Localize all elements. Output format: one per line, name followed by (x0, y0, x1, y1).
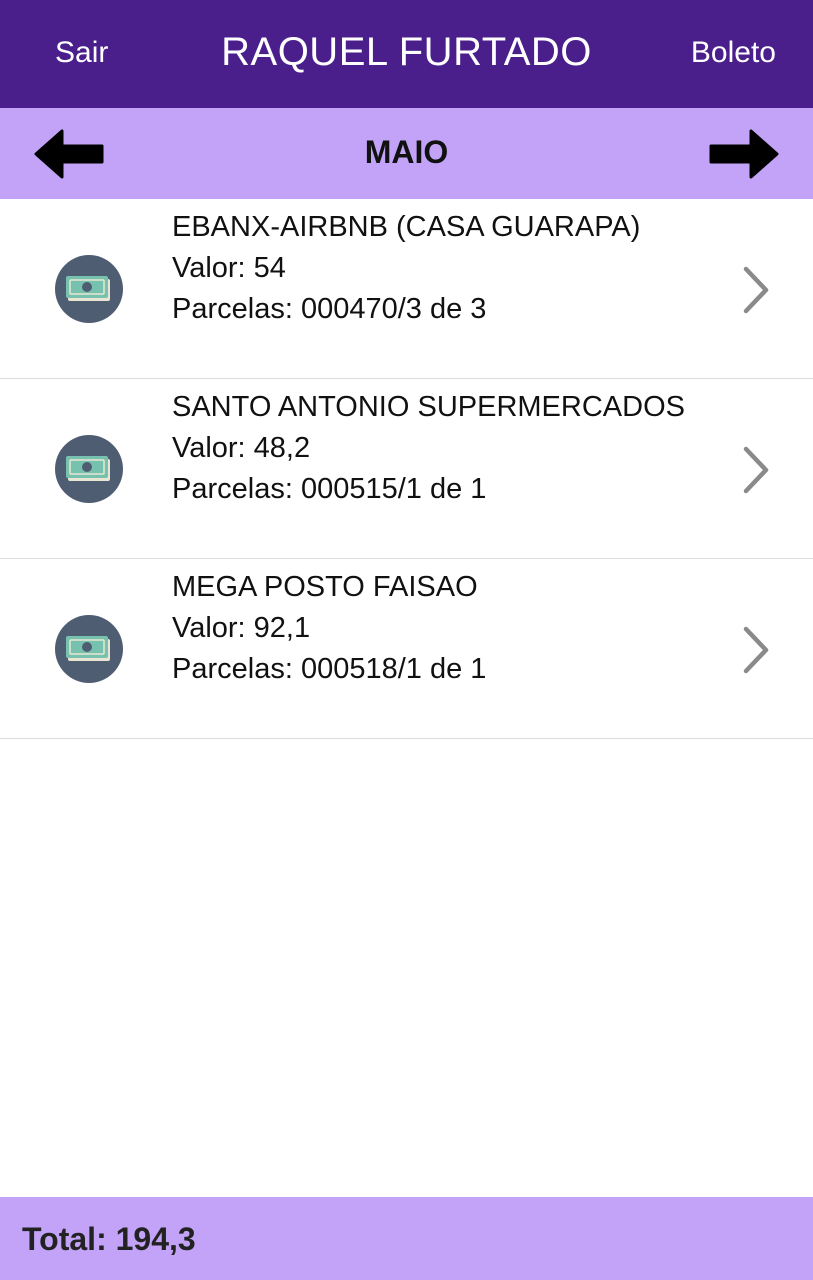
transaction-installments: Parcelas: 000515/1 de 1 (172, 473, 487, 505)
merchant-name: EBANX-AIRBNB (CASA GUARAPA) (172, 211, 641, 243)
transaction-details: SANTO ANTONIO SUPERMERCADOS Valor: 48,2 … (172, 387, 685, 510)
transaction-value: Valor: 48,2 (172, 432, 311, 464)
transaction-list: EBANX-AIRBNB (CASA GUARAPA) Valor: 54 Pa… (0, 199, 813, 739)
total-amount: Total: 194,3 (22, 1221, 196, 1257)
chevron-right-icon (743, 446, 769, 494)
money-bill-icon (55, 435, 123, 503)
list-item[interactable]: EBANX-AIRBNB (CASA GUARAPA) Valor: 54 Pa… (0, 199, 813, 379)
month-navigation-bar: MAIO (0, 108, 813, 199)
merchant-name: SANTO ANTONIO SUPERMERCADOS (172, 391, 685, 423)
transaction-value: Valor: 54 (172, 252, 286, 284)
boleto-button[interactable]: Boleto (691, 36, 776, 70)
transaction-details: MEGA POSTO FAISAO Valor: 92,1 Parcelas: … (172, 567, 486, 690)
transaction-details: EBANX-AIRBNB (CASA GUARAPA) Valor: 54 Pa… (172, 207, 640, 330)
top-app-bar: Sair RAQUEL FURTADO Boleto (0, 0, 813, 108)
transaction-installments: Parcelas: 000518/1 de 1 (172, 653, 487, 685)
list-item[interactable]: MEGA POSTO FAISAO Valor: 92,1 Parcelas: … (0, 559, 813, 739)
month-label: MAIO (364, 134, 449, 170)
app-screen: Sair RAQUEL FURTADO Boleto MAIO EBANX-AI… (0, 0, 813, 1280)
merchant-name: MEGA POSTO FAISAO (172, 571, 478, 603)
arrow-right-icon[interactable] (709, 127, 781, 181)
money-bill-icon (55, 255, 123, 323)
chevron-right-icon (743, 626, 769, 674)
transaction-value: Valor: 92,1 (172, 612, 311, 644)
transaction-installments: Parcelas: 000470/3 de 3 (172, 293, 487, 325)
total-footer: Total: 194,3 (0, 1197, 813, 1280)
chevron-right-icon (743, 266, 769, 314)
logout-button[interactable]: Sair (55, 36, 108, 70)
money-bill-icon (55, 615, 123, 683)
list-item[interactable]: SANTO ANTONIO SUPERMERCADOS Valor: 48,2 … (0, 379, 813, 559)
